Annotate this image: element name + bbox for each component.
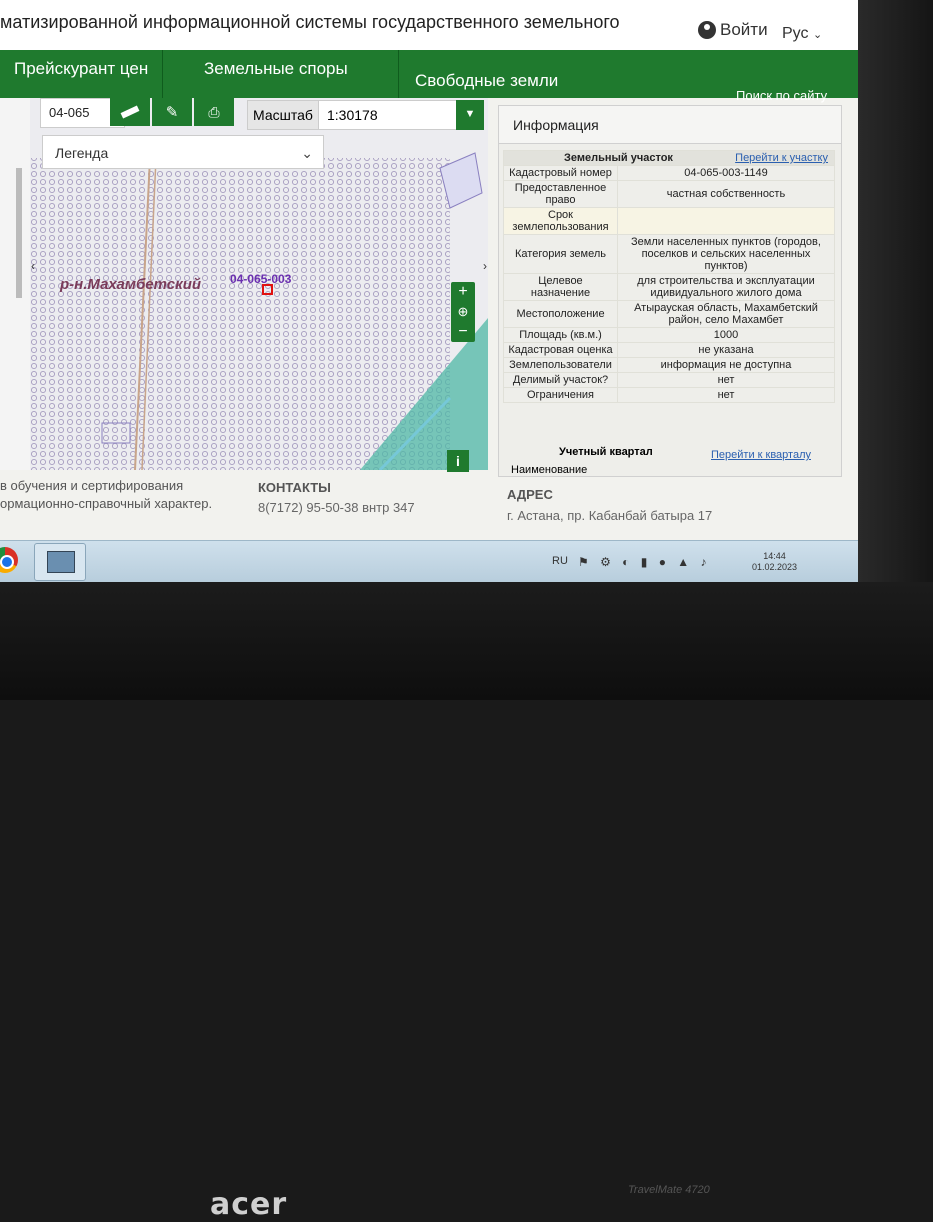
row-value: нет bbox=[617, 387, 835, 403]
row-value: информация не доступна bbox=[617, 357, 835, 373]
nav-item-free-land[interactable]: Свободные земли bbox=[387, 50, 619, 98]
draw-button[interactable]: ✎ bbox=[152, 98, 192, 126]
tray-icons[interactable]: ⚑ ⚙ ◐ ▮ ● ▲ ♪ bbox=[578, 555, 711, 569]
keyboard-language[interactable]: RU bbox=[552, 555, 568, 567]
ruler-icon bbox=[120, 105, 140, 119]
row-value: Атырауская область, Махамбетский район, … bbox=[617, 300, 835, 328]
row-value: нет bbox=[617, 372, 835, 388]
zoom-out-button[interactable]: − bbox=[451, 322, 475, 342]
table-row: Местоположение Атырауская область, Махамб… bbox=[503, 300, 835, 328]
info-panel-title: Информация bbox=[499, 106, 841, 144]
parcel-marker[interactable] bbox=[262, 284, 273, 295]
legend-label: Легенда bbox=[55, 145, 109, 161]
screen: матизированной информационной системы го… bbox=[0, 0, 858, 582]
info-button[interactable]: i bbox=[447, 450, 469, 472]
table-row: Предоставленное право частная собственнос… bbox=[503, 180, 835, 208]
legend-dropdown[interactable]: Легенда ⌄ bbox=[42, 135, 324, 169]
caret-down-icon: ▼ bbox=[464, 108, 476, 120]
table-row: Срок землепользования bbox=[503, 207, 835, 235]
ruler-button[interactable] bbox=[110, 98, 150, 126]
table-row: Делимый участок? нет bbox=[503, 372, 835, 388]
go-to-quarter-link[interactable]: Перейти к кварталу bbox=[711, 449, 811, 461]
row-value: Земли населенных пунктов (городов, посел… bbox=[617, 234, 835, 274]
laptop-bezel-bottom: acer TravelMate 4720 bbox=[0, 582, 933, 1222]
info-panel: Информация Земельный участок Перейти к у… bbox=[498, 105, 842, 477]
clock-date: 01.02.2023 bbox=[752, 562, 798, 572]
table-row: Землепользователи информация не доступна bbox=[503, 357, 835, 373]
row-value bbox=[617, 207, 835, 235]
row-value: 04-065-003-1149 bbox=[617, 165, 835, 181]
row-key: Ограничения bbox=[503, 387, 618, 403]
taskbar: RU ⚑ ⚙ ◐ ▮ ● ▲ ♪ 14:44 01.02.2023 bbox=[0, 540, 858, 582]
row-value: для строительства и эксплуатации идивиду… bbox=[617, 273, 835, 301]
top-bar: матизированной информационной системы го… bbox=[0, 0, 858, 50]
chevron-down-icon: ⌄ bbox=[301, 145, 313, 161]
row-key: Площадь (кв.м.) bbox=[503, 327, 618, 343]
table-row: Целевое назначение для строительства и эк… bbox=[503, 273, 835, 301]
chevron-left-icon[interactable]: ‹ bbox=[31, 259, 35, 273]
clock[interactable]: 14:44 01.02.2023 bbox=[752, 551, 797, 573]
table-row: Ограничения нет bbox=[503, 387, 835, 403]
scale-label: Масштаб bbox=[247, 100, 319, 130]
info-section-header: Земельный участок Перейти к участку bbox=[503, 150, 835, 166]
scale-dropdown-button[interactable]: ▼ bbox=[456, 100, 484, 130]
info-table: Земельный участок Перейти к участку Када… bbox=[503, 150, 835, 403]
row-value: не указана bbox=[617, 342, 835, 358]
row-key: Срок землепользования bbox=[503, 207, 618, 235]
site-search-link[interactable]: Поиск по сайту bbox=[736, 88, 827, 103]
footer-text-1: в обучения и сертифирования bbox=[0, 478, 184, 493]
address-heading: АДРЕС bbox=[507, 487, 553, 502]
go-to-parcel-link[interactable]: Перейти к участку bbox=[735, 152, 828, 164]
clock-time: 14:44 bbox=[763, 551, 786, 561]
model-label: TravelMate 4720 bbox=[628, 1184, 710, 1196]
row-key: Предоставленное право bbox=[503, 180, 618, 208]
login-button[interactable]: Войти bbox=[698, 20, 768, 40]
row-key: Целевое назначение bbox=[503, 273, 618, 301]
taskbar-app-button[interactable] bbox=[34, 543, 86, 581]
user-icon bbox=[698, 21, 716, 39]
login-label: Войти bbox=[720, 20, 768, 39]
print-button[interactable]: ⎙ bbox=[194, 98, 234, 126]
table-row: Площадь (кв.м.) 1000 bbox=[503, 327, 835, 343]
table-row: Кадастровая оценка не указана bbox=[503, 342, 835, 358]
row-key: Землепользователи bbox=[503, 357, 618, 373]
pencil-icon: ✎ bbox=[165, 104, 179, 121]
site-title: матизированной информационной системы го… bbox=[0, 12, 620, 32]
globe-icon[interactable]: ⊕ bbox=[451, 302, 475, 322]
row-key: Категория земель bbox=[503, 234, 618, 274]
printer-icon: ⎙ bbox=[208, 103, 220, 120]
row-key: Местоположение bbox=[503, 300, 618, 328]
window-icon bbox=[47, 551, 75, 573]
language-select[interactable]: Рус ⌄ bbox=[782, 25, 822, 43]
district-label: р-н.Махамбетский bbox=[60, 276, 202, 293]
chrome-icon[interactable] bbox=[0, 547, 18, 573]
chevron-right-icon[interactable]: › bbox=[483, 259, 487, 273]
nav-item-disputes[interactable]: Земельные споры bbox=[176, 50, 399, 98]
table-row: Категория земель Земли населенных пунктов… bbox=[503, 234, 835, 274]
row-value: частная собственность bbox=[617, 180, 835, 208]
zoom-control: + ⊕ − bbox=[451, 282, 475, 342]
contacts-heading: КОНТАКТЫ bbox=[258, 480, 331, 495]
row-key: Делимый участок? bbox=[503, 372, 618, 388]
footer-text-2: ормационно-справочный характер. bbox=[0, 496, 213, 511]
scrollbar[interactable] bbox=[16, 168, 22, 298]
main-nav: Прейскурант цен Земельные споры Свободны… bbox=[0, 50, 858, 103]
brand-logo: acer bbox=[210, 1187, 288, 1222]
left-panel-strip bbox=[0, 98, 31, 470]
language-label: Рус bbox=[782, 25, 809, 42]
row-key: Кадастровый номер bbox=[503, 165, 618, 181]
zoom-in-button[interactable]: + bbox=[451, 282, 475, 302]
contacts-phone: 8(7172) 95-50-38 внтр 347 bbox=[258, 500, 415, 515]
quarter-title: Учетный квартал bbox=[559, 446, 653, 458]
row-value: 1000 bbox=[617, 327, 835, 343]
scale-select[interactable]: 1:30178 bbox=[318, 100, 466, 130]
quarter-name-label: Наименование bbox=[511, 464, 588, 476]
address-value: г. Астана, пр. Кабанбай батыра 17 bbox=[507, 508, 713, 523]
parcel-label: 04-065-003 bbox=[230, 272, 292, 286]
table-row: Кадастровый номер 04-065-003-1149 bbox=[503, 165, 835, 181]
section-title: Земельный участок bbox=[564, 152, 673, 164]
nav-item-prices[interactable]: Прейскурант цен bbox=[0, 50, 164, 98]
chevron-down-icon: ⌄ bbox=[812, 29, 823, 41]
row-key: Кадастровая оценка bbox=[503, 342, 618, 358]
